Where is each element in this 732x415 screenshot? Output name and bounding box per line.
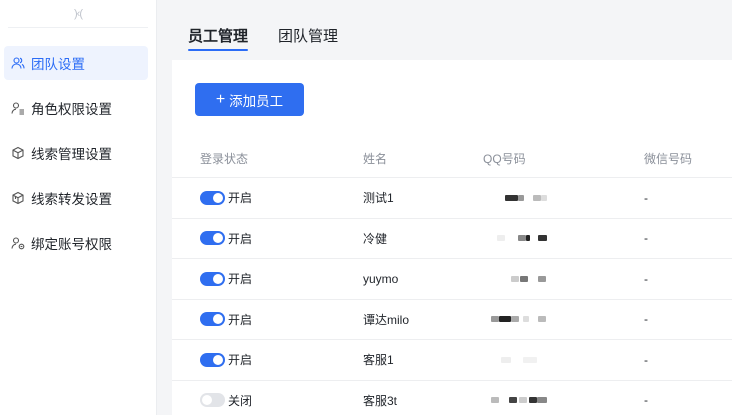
wechat-number: - <box>644 231 648 246</box>
qq-number-redacted <box>483 381 644 415</box>
sidebar-item-label: 绑定账号权限 <box>31 237 112 252</box>
table-header: 登录状态 姓名 QQ号码 微信号码 <box>172 140 732 178</box>
sidebar-item-team-settings[interactable]: 团队设置 <box>4 46 148 80</box>
qq-number-redacted <box>483 219 644 259</box>
login-status-toggle[interactable] <box>200 312 225 327</box>
status-text: 开启 <box>228 191 253 206</box>
wechat-number: - <box>644 271 648 286</box>
sidebar-item-lead-forwarding[interactable]: 线索转发设置 <box>4 181 148 215</box>
status-text: 开启 <box>228 231 253 246</box>
table-row: 开启 客服1 - <box>172 340 732 381</box>
sidebar-item-lead-management[interactable]: 线索管理设置 <box>4 136 148 170</box>
status-text: 关闭 <box>228 393 253 408</box>
staff-name: 客服1 <box>363 353 394 368</box>
table-row: 关闭 客服3t - <box>172 381 732 415</box>
table-row: 开启 谭达milo - <box>172 300 732 340</box>
sidebar-item-account-binding[interactable]: 绑定账号权限 <box>4 226 148 260</box>
sidebar-item-label: 角色权限设置 <box>31 102 112 117</box>
add-staff-label: 添加员工 <box>229 93 284 109</box>
content-panel: + 添加员工 登录状态 姓名 QQ号码 微信号码 开启 测试1 - 开启 冷健 … <box>172 60 732 415</box>
collapse-sidebar-icon[interactable]: )‹( <box>8 0 148 28</box>
sidebar-item-role-permissions[interactable]: 角色权限设置 <box>4 91 148 125</box>
header-login-status: 登录状态 <box>200 152 249 166</box>
tab-staff-management[interactable]: 员工管理 <box>188 25 249 60</box>
login-status-toggle[interactable] <box>200 231 225 246</box>
status-text: 开启 <box>228 272 253 287</box>
login-status-toggle[interactable] <box>200 352 225 367</box>
user-bind-icon <box>11 236 25 250</box>
table-row: 开启 测试1 - <box>172 178 732 219</box>
qq-number-redacted <box>483 259 644 299</box>
login-status-toggle[interactable] <box>200 271 225 286</box>
staff-name: 冷健 <box>363 231 388 246</box>
sidebar: )‹( 团队设置 角色权限设置 线索管理设置 线索转发设置 绑定账号权限 <box>0 0 157 415</box>
qq-number-redacted <box>483 178 644 218</box>
table-row: 开启 yuymo - <box>172 259 732 300</box>
staff-name: 客服3t <box>363 393 398 408</box>
qq-number-redacted <box>483 340 644 380</box>
wechat-number: - <box>644 312 648 327</box>
header-wechat: 微信号码 <box>644 152 693 166</box>
sidebar-item-label: 线索管理设置 <box>31 147 112 162</box>
header-name: 姓名 <box>363 152 388 166</box>
staff-name: 测试1 <box>363 191 394 206</box>
tab-bar: 员工管理 团队管理 <box>172 0 732 60</box>
sidebar-item-label: 团队设置 <box>31 57 85 72</box>
box-icon <box>11 146 25 160</box>
header-qq: QQ号码 <box>483 152 526 166</box>
user-role-icon <box>11 101 25 115</box>
add-staff-button[interactable]: + 添加员工 <box>195 83 304 116</box>
login-status-toggle[interactable] <box>200 393 225 408</box>
wechat-number: - <box>644 190 648 205</box>
tab-team-management[interactable]: 团队管理 <box>278 25 338 60</box>
plus-icon: + <box>215 90 226 108</box>
status-text: 开启 <box>228 312 253 327</box>
cube-forward-icon <box>11 191 25 205</box>
login-status-toggle[interactable] <box>200 190 225 205</box>
sidebar-item-label: 线索转发设置 <box>31 192 112 207</box>
table-row: 开启 冷健 - <box>172 219 732 259</box>
qq-number-redacted <box>483 300 644 340</box>
wechat-number: - <box>644 352 648 367</box>
staff-name: 谭达milo <box>363 312 410 327</box>
main-content: 员工管理 团队管理 + 添加员工 登录状态 姓名 QQ号码 微信号码 开启 测试… <box>172 0 732 415</box>
staff-name: yuymo <box>363 271 399 286</box>
wechat-number: - <box>644 393 648 408</box>
status-text: 开启 <box>228 353 253 368</box>
sidebar-menu: 团队设置 角色权限设置 线索管理设置 线索转发设置 绑定账号权限 <box>0 28 156 260</box>
staff-table: 登录状态 姓名 QQ号码 微信号码 开启 测试1 - 开启 冷健 - 开启 yu… <box>172 140 732 415</box>
team-icon <box>11 56 25 70</box>
